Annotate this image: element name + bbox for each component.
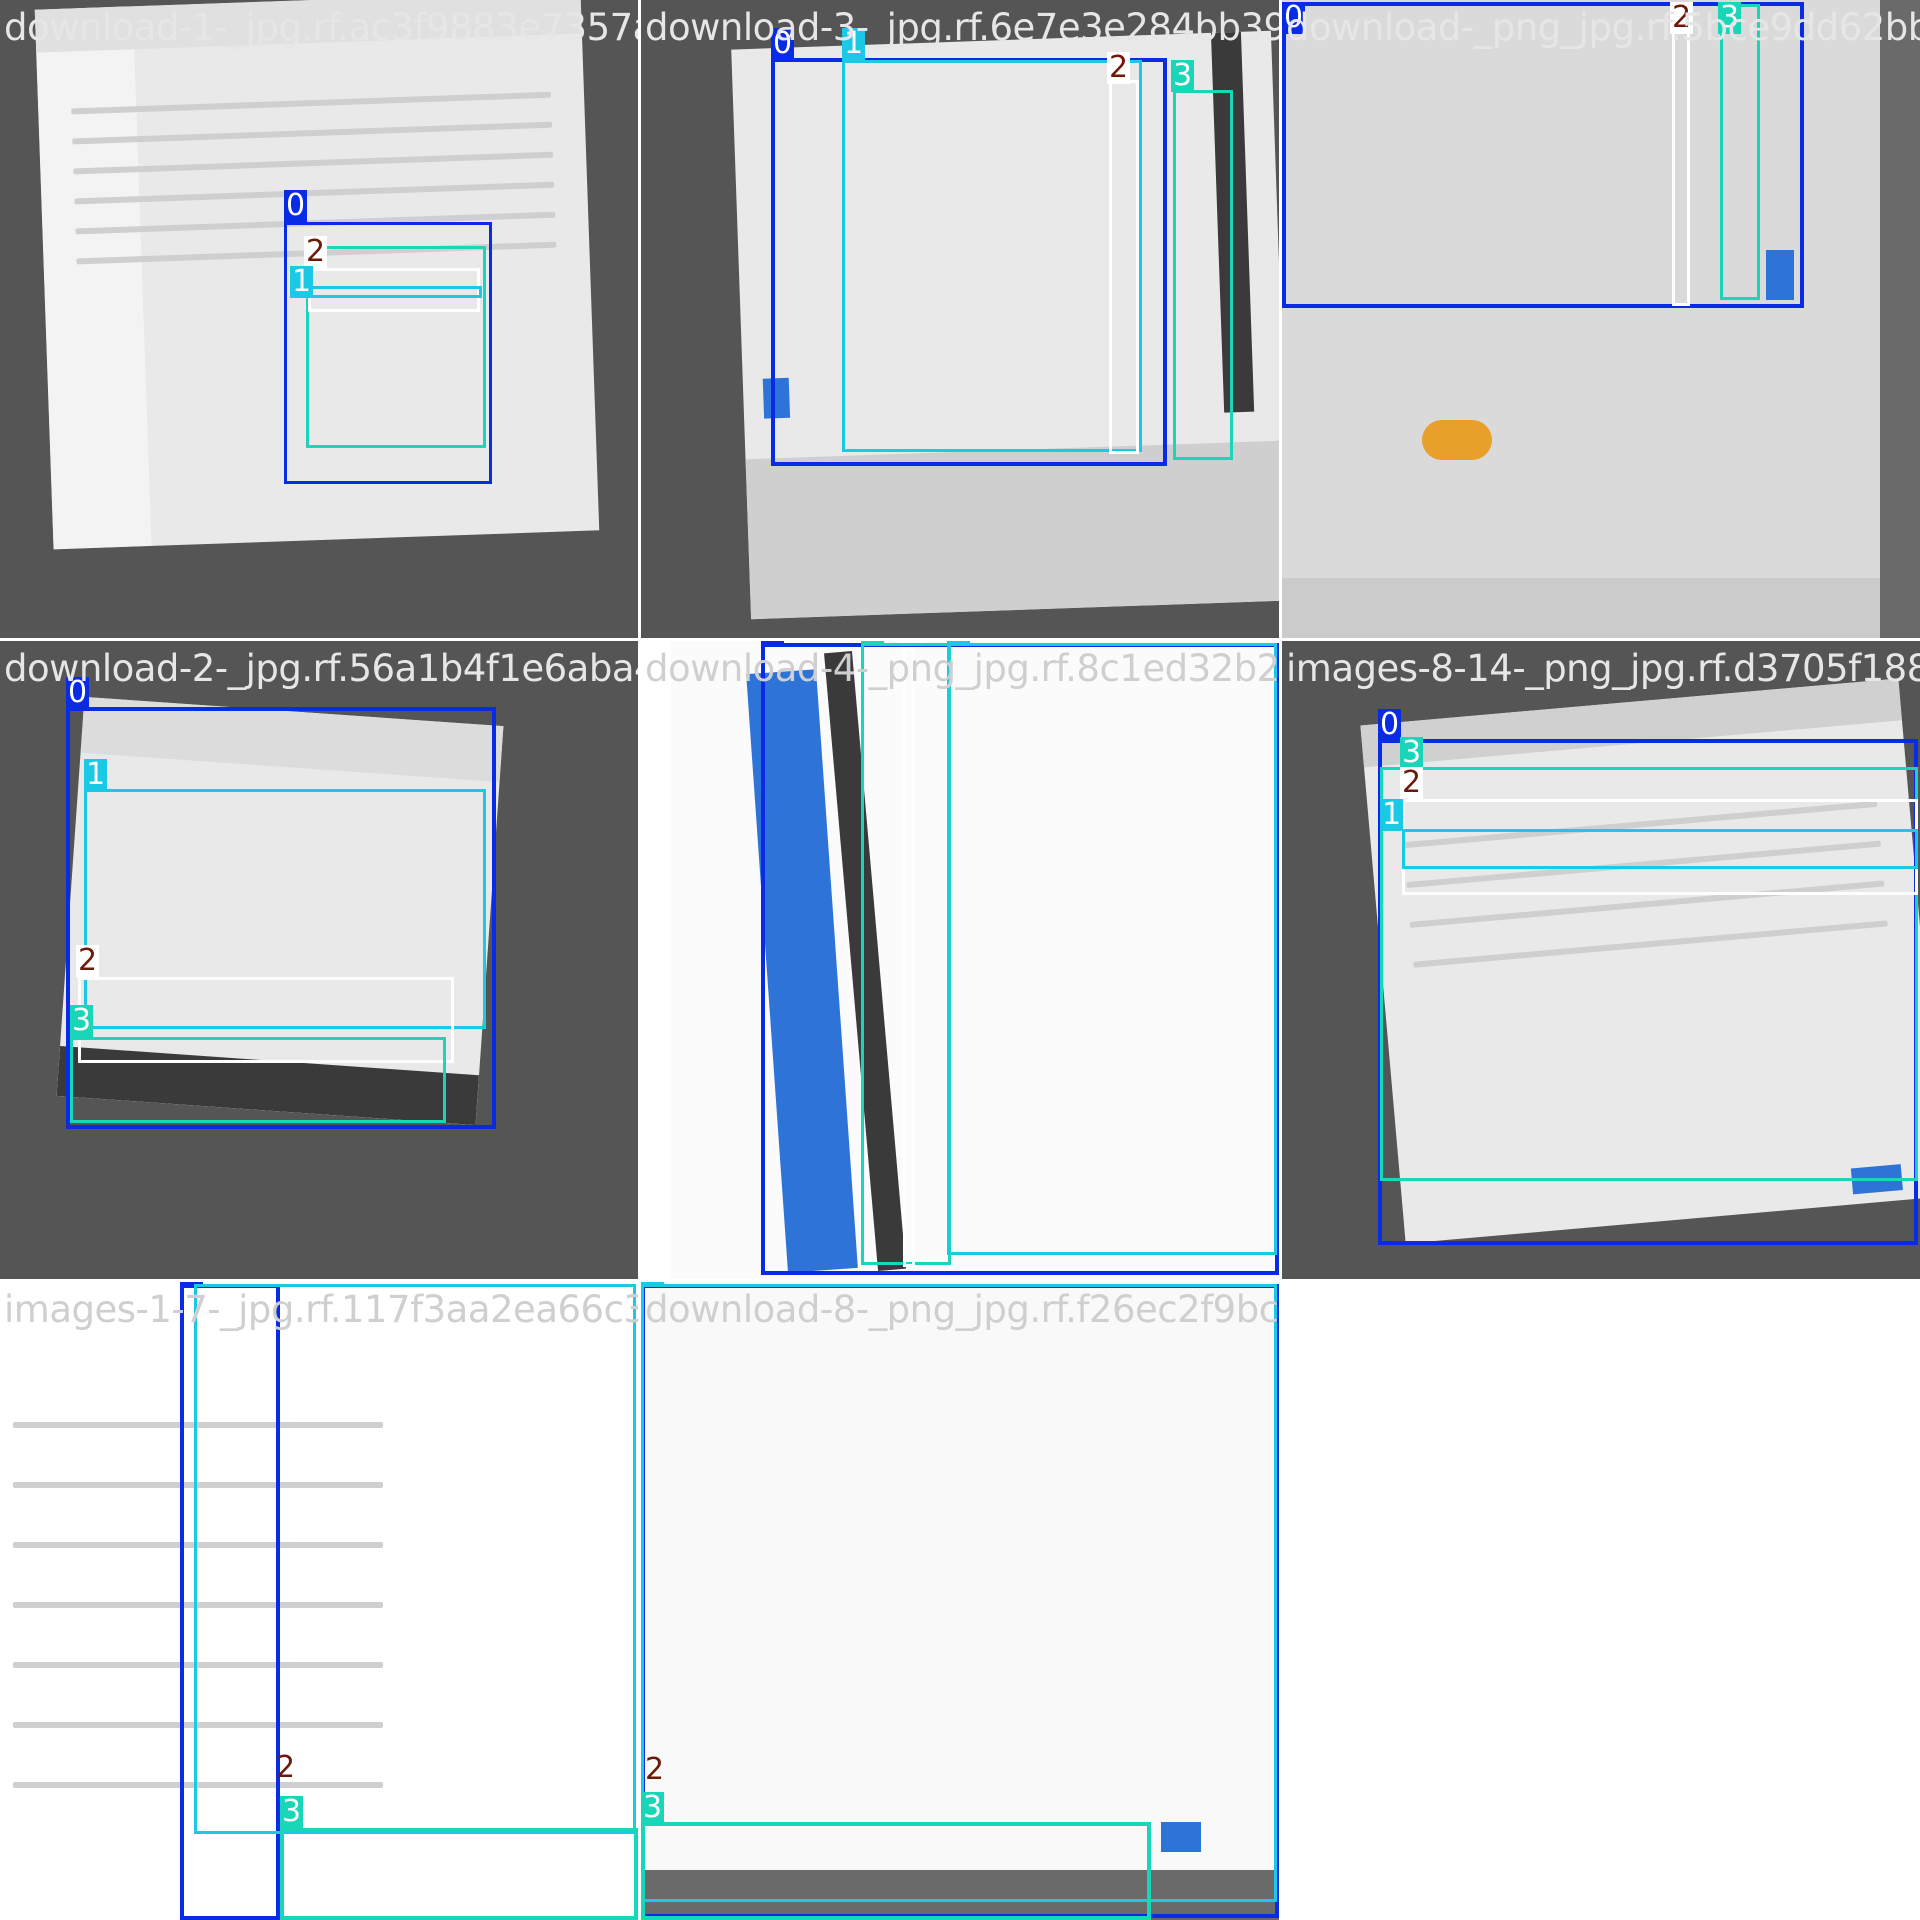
bbox-class-2 [903,647,915,1267]
mosaic-tile-7: images-1-7-_jpg.rf.117f3aa2ea66c347c3463… [0,1282,638,1920]
bbox-class-2 [1109,80,1139,454]
label-tag-0: 0 [284,188,308,223]
label-tag-1: 1 [1380,797,1404,832]
tile-title: download-2-_jpg.rf.56a1b4f1e6aba477bc42 [4,647,638,690]
mosaic-tile-3: download-_png_jpg.rf.5bce9dd62bb37f2de17… [1282,0,1920,638]
label-tag-3: 3 [861,641,885,643]
tile-title: download-8-_png_jpg.rf.f26ec2f9bc0b9cd85 [645,1288,1279,1331]
mosaic-tile-2: download-3-_jpg.rf.6e7e3e284bb3948c3ef0d… [641,0,1279,638]
tile-title: images-8-14-_png_jpg.rf.d3705f188981 [1286,647,1920,690]
label-tag-2: 2 [901,641,925,643]
bbox-class-1 [842,60,1142,452]
label-tag-1: 1 [641,1282,665,1284]
bbox-class-1 [1402,829,1918,869]
label-tag-2: 2 [76,943,100,978]
mosaic-tile-5: download-4-_png_jpg.rf.8c1ed32b22c65b8e3… [641,641,1279,1279]
mosaic-tile-6: images-8-14-_png_jpg.rf.d3705f188981 0 3… [1282,641,1920,1279]
bbox-class-1 [641,1284,1277,1902]
label-tag-3: 3 [641,1790,665,1825]
label-tag-2: 2 [276,1750,296,1785]
label-tag-0: 0 [761,641,785,643]
bbox-class-3 [1173,90,1233,460]
bbox-class-1 [302,286,482,298]
label-tag-1: 1 [290,264,314,299]
mosaic-tile-8: download-8-_png_jpg.rf.f26ec2f9bc0b9cd85… [641,1282,1279,1920]
tile-title: download-_png_jpg.rf.5bce9dd62bb37f2de17… [1286,6,1920,49]
tile-title: download-1-_jpg.rf.ac3f9883e7357a48db158 [4,6,638,49]
label-tag-1: 1 [84,757,108,792]
tile-title: download-3-_jpg.rf.6e7e3e284bb3948c3ef0d [645,6,1279,49]
label-tag-0: 0 [1378,707,1402,742]
label-tag-3: 3 [1171,58,1195,93]
tile-title: images-1-7-_jpg.rf.117f3aa2ea66c347c3463… [4,1288,638,1331]
tile-separator [0,1279,1920,1282]
label-tag-2: 2 [1400,765,1424,800]
bbox-class-3 [280,1828,638,1920]
mosaic-tile-1: download-1-_jpg.rf.ac3f9883e7357a48db158… [0,0,638,638]
label-tag-3: 3 [280,1794,304,1829]
bbox-class-1 [194,1284,636,1834]
label-tag-2: 2 [645,1752,665,1787]
label-tag-2: 2 [1107,50,1131,85]
bbox-class-3 [641,1822,1151,1920]
bbox-class-1 [947,643,1277,1255]
label-tag-1: 1 [947,641,971,643]
tile-title: download-4-_png_jpg.rf.8c1ed32b22c65b8e3 [645,647,1279,690]
mosaic-tile-4: download-2-_jpg.rf.56a1b4f1e6aba477bc42 … [0,641,638,1279]
label-tag-3: 3 [70,1003,94,1038]
bbox-class-3 [70,1037,446,1123]
